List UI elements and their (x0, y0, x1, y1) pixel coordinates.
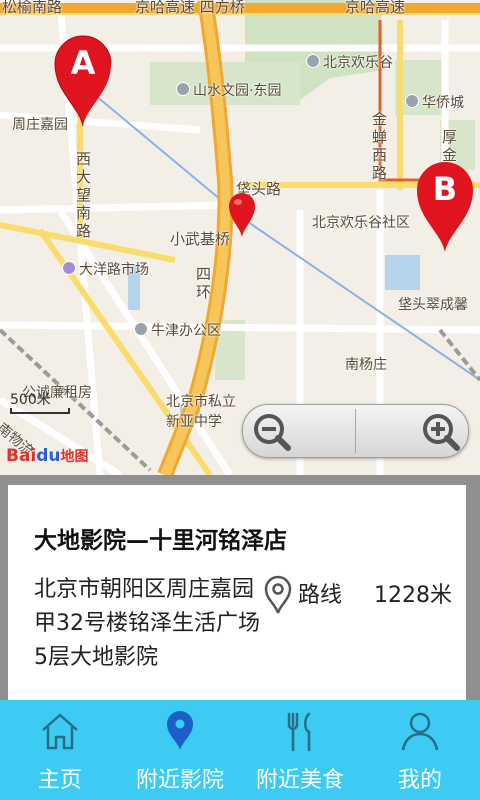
map-poi-niujin-office: 牛津办公区 (134, 320, 221, 340)
bottom-nav: 主页 附近影院 附近美食 我的 (0, 700, 480, 800)
map-poi-huanlegu-community: 北京欢乐谷社区 (312, 215, 410, 231)
zoom-out-icon (254, 414, 291, 451)
map-view[interactable]: 松榆南路 京哈高速 四方桥 京哈高速 北京欢乐谷 山水文园·东园 华侨城 周庄嘉… (0, 0, 480, 475)
map-poi-huaqiaocheng: 华侨城 (405, 92, 464, 112)
map-poi-huanlegu: 北京欢乐谷 (306, 52, 393, 72)
zoom-out-button[interactable] (243, 405, 355, 457)
cinema-name: 大地影院—十里河铭泽店 (34, 528, 287, 554)
fork-knife-icon (287, 712, 311, 752)
cinema-info-card: 大地影院—十里河铭泽店 北京市朝阳区周庄嘉园甲32号楼铭泽生活广场5层大地影院 … (8, 485, 466, 700)
cinema-address: 北京市朝阳区周庄嘉园甲32号楼铭泽生活广场5层大地影院 (34, 577, 260, 670)
zoom-in-icon (423, 414, 460, 451)
map-label-hou-road: 厚金 (442, 128, 458, 164)
location-icon (167, 711, 193, 750)
map-label-top-road-right: 京哈高速 (345, 0, 406, 16)
baidu-logo: Baidu地图 (6, 446, 89, 466)
map-poi-jiatoucuichengxi: 垡头翠成馨 (398, 297, 468, 313)
nav-item-nearby-food[interactable]: 附近美食 (240, 700, 360, 800)
nav-item-nearby-cinema[interactable]: 附近影院 (120, 700, 240, 800)
map-scale-bar (10, 408, 70, 414)
map-label-xiaowuji: 小武基桥 (170, 230, 231, 248)
nav-label-nearby-cinema: 附近影院 (135, 768, 224, 793)
nav-label-home: 主页 (37, 768, 82, 793)
route-distance: 1228米 (374, 583, 452, 608)
home-icon (42, 713, 78, 750)
zoom-control (242, 404, 469, 458)
map-label-jinzhanxi-road: 金蝉西路 (372, 110, 388, 182)
map-poi-dayanglu-market: 大洋路市场 (62, 259, 149, 279)
cinema-info-panel: 大地影院—十里河铭泽店 北京市朝阳区周庄嘉园甲32号楼铭泽生活广场5层大地影院 … (0, 475, 480, 700)
map-poi-shanshuiwenyuan: 山水文园·东园 (176, 80, 281, 100)
nav-item-home[interactable]: 主页 (0, 700, 120, 800)
nav-label-mine: 我的 (397, 768, 442, 793)
marker-b-label: B (432, 170, 458, 208)
route-button[interactable]: 路线 (298, 577, 342, 609)
marker-a-label: A (70, 44, 96, 82)
location-pin-icon[interactable] (263, 575, 293, 615)
map-label-xidawang-road: 西大望南路 (76, 150, 92, 240)
map-label-top-road-left: 松榆南路 (2, 0, 63, 16)
zoom-in-button[interactable] (356, 405, 468, 457)
user-icon (401, 712, 439, 751)
nav-item-mine[interactable]: 我的 (360, 700, 480, 800)
map-scale-label: 500米 (10, 392, 51, 408)
map-poi-nanyangzhuang: 南杨庄 (345, 357, 387, 373)
nav-label-nearby-food: 附近美食 (255, 768, 344, 793)
map-label-sihuan: 四环 (196, 265, 212, 301)
map-label-top-road-mid: 京哈高速 四方桥 (135, 0, 245, 16)
map-poi-school: 北京市私立新亚中学 (166, 394, 236, 430)
